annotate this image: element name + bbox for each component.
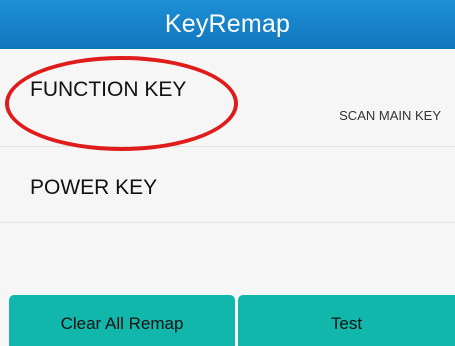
test-button[interactable]: Test <box>238 295 455 346</box>
clear-all-remap-button[interactable]: Clear All Remap <box>9 295 235 346</box>
action-bar: Clear All Remap Test <box>0 295 455 346</box>
key-remap-screen: KeyRemap FUNCTION KEY SCAN MAIN KEY POWE… <box>0 0 455 346</box>
mapped-key-value: SCAN MAIN KEY <box>339 108 441 123</box>
key-label: FUNCTION KEY <box>30 78 187 101</box>
key-row-function-key[interactable]: FUNCTION KEY SCAN MAIN KEY <box>0 49 455 147</box>
key-row-power-key[interactable]: POWER KEY <box>0 147 455 223</box>
app-title: KeyRemap <box>164 10 291 38</box>
app-bar: KeyRemap <box>0 0 455 49</box>
key-label: POWER KEY <box>30 176 158 199</box>
